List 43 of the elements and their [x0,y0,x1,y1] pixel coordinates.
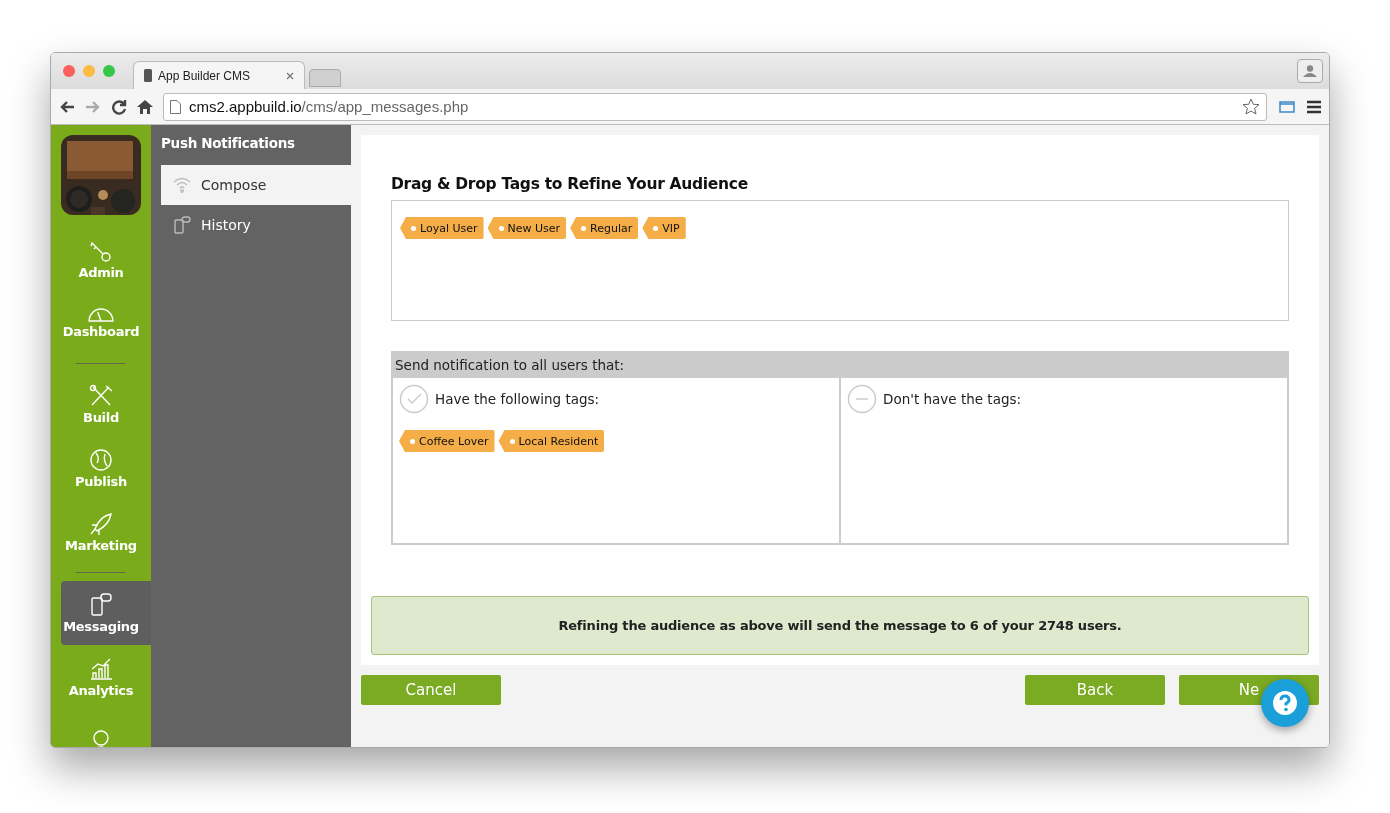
phone-message-icon [173,216,191,234]
menu-icon[interactable] [1307,99,1321,114]
tools-icon [88,383,114,408]
filter-header: Send notification to all users that: [392,352,1288,377]
drop-zone[interactable]: Have the following tags: Coffee Lover Local Resident [392,377,840,544]
person-icon [1303,65,1317,77]
audience-tag[interactable]: Regular [570,217,639,239]
audience-tag[interactable]: Local Resident [498,430,605,452]
audience-summary: Refining the audience as above will send the message to 6 of your 2748 users. [371,596,1309,655]
home-icon[interactable] [137,98,153,115]
forward-arrow-icon[interactable] [85,99,101,114]
wifi-icon [173,177,191,193]
chart-icon [88,656,114,681]
close-window-button[interactable] [63,65,75,77]
drop-zone[interactable]: Don't have the tags: [840,377,1288,544]
section-heading: Drag & Drop Tags to Refine Your Audience [391,175,749,193]
audience-tag[interactable]: Coffee Lover [399,430,495,452]
audience-tag[interactable]: VIP [642,217,686,239]
nav-item[interactable]: Messaging [61,581,151,645]
reload-icon[interactable] [111,98,127,115]
phone-icon [144,69,152,82]
browser-tab[interactable]: App Builder CMS [133,61,305,89]
section-title: Push Notifications [161,135,296,153]
drop-zone-label: Don't have the tags: [883,391,1022,407]
back-arrow-icon[interactable] [59,99,75,114]
submenu-item[interactable]: History [161,205,351,245]
help-icon [1272,690,1298,716]
audience-tag[interactable]: New User [487,217,567,239]
drop-zone-label: Have the following tags: [435,391,600,407]
star-icon[interactable] [1242,98,1260,115]
check-circle-icon [399,384,429,414]
submenu-item[interactable]: Compose [161,165,351,205]
address-bar[interactable]: cms2.appbuild.io/cms/app_messages.php [163,92,1267,121]
maximize-window-button[interactable] [103,65,115,77]
help-button[interactable] [1261,679,1309,727]
audience-tag[interactable]: Loyal User [400,217,484,239]
page-icon [170,99,181,114]
profile-button[interactable] [1297,59,1323,83]
gauge-icon [88,307,114,322]
close-icon[interactable] [286,71,294,80]
cast-icon[interactable] [1277,98,1297,115]
minus-circle-icon [847,384,877,414]
phone-message-icon [88,592,114,617]
